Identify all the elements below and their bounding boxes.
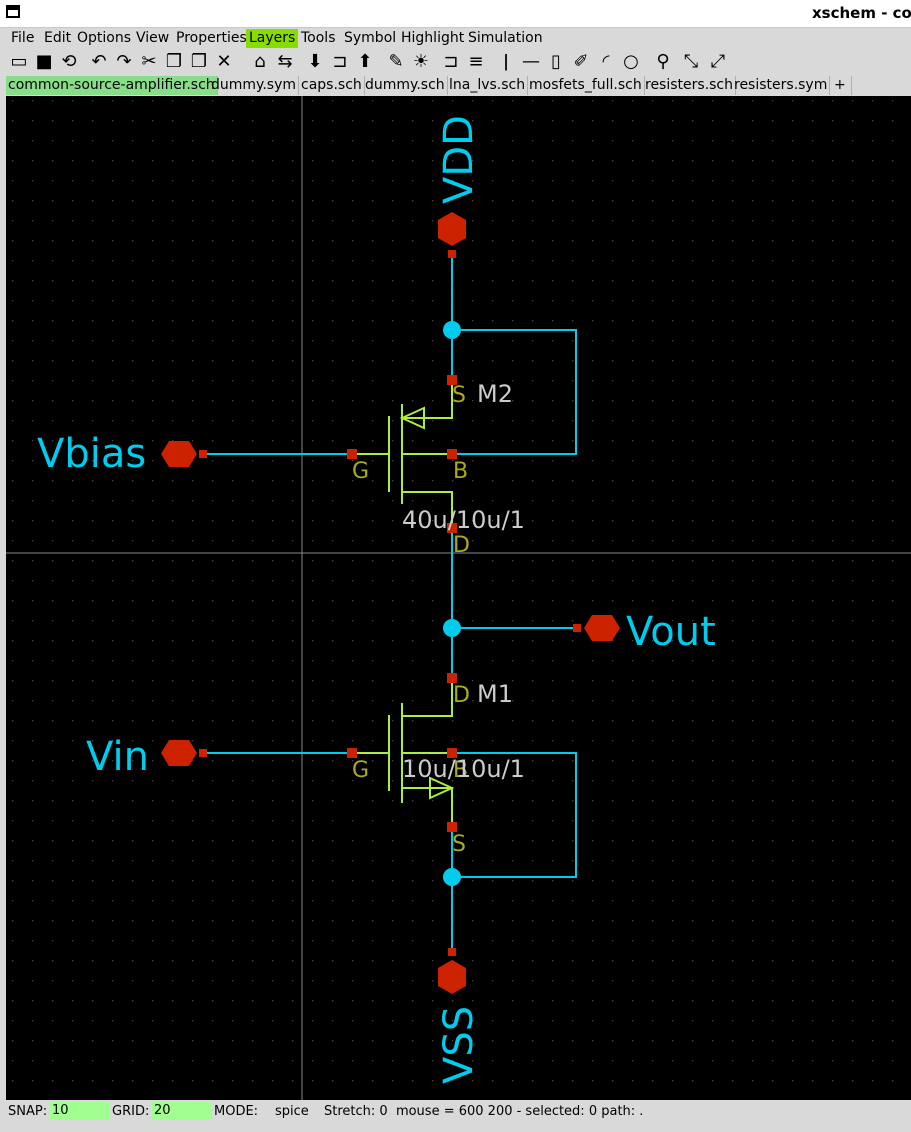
zoom-icon[interactable]: ⚲ — [652, 51, 674, 73]
tab-caps-sch[interactable]: caps.sch — [299, 76, 365, 95]
title-bar: xschem - com — [0, 0, 911, 28]
menu-edit[interactable]: Edit — [41, 29, 74, 48]
schematic-canvas[interactable]: VDD VSS Vbias Vin Vout S G B D M2 40u/10… — [6, 96, 911, 1100]
menu-options[interactable]: Options — [74, 29, 134, 48]
m1-pin-g: G — [352, 758, 369, 783]
redo-icon[interactable]: ↷ — [113, 51, 135, 73]
m2-pin-s: S — [452, 383, 466, 408]
menu-file[interactable]: File — [8, 29, 37, 48]
snap-input[interactable]: 10 — [50, 1102, 110, 1120]
rect-icon[interactable]: ▯ — [545, 51, 567, 73]
arc-icon[interactable]: ◜ — [595, 51, 617, 73]
junction-dot — [443, 868, 461, 886]
insert-symbol-icon[interactable]: ⊐ — [329, 51, 351, 73]
menu-properties[interactable]: Properties — [173, 29, 250, 48]
tab-bar: common-source-amplifier.sch dummy.sym ca… — [0, 75, 911, 96]
vbias-label: Vbias — [37, 431, 146, 477]
window-title: xschem - com — [812, 4, 911, 22]
net-label-icon[interactable]: ǀ — [495, 51, 517, 73]
m2-name: M2 — [477, 380, 513, 408]
paste-icon[interactable]: ❐ — [188, 51, 210, 73]
mode-label: MODE: — [214, 1104, 259, 1119]
undo-icon[interactable]: ↶ — [88, 51, 110, 73]
ascend-icon[interactable]: ⌂ — [249, 51, 271, 73]
tab-resisters-sch[interactable]: resisters.sch — [643, 76, 737, 95]
zoom-fit-icon[interactable]: ⤡ — [680, 51, 702, 73]
menu-symbol[interactable]: Symbol — [341, 29, 399, 48]
m2-pin-d: D — [453, 533, 470, 558]
vss-label: VSS — [436, 1006, 482, 1084]
tab-dummy-sch[interactable]: dummy.sch — [363, 76, 448, 95]
tab-add-button[interactable]: + — [829, 76, 852, 95]
window-menu-icon[interactable] — [6, 5, 20, 18]
menu-tools[interactable]: Tools — [298, 29, 339, 48]
tab-lna-lvs-sch[interactable]: lna_lvs.sch — [447, 76, 529, 95]
status-info: Stretch: 0 mouse = 600 200 - selected: 0… — [324, 1104, 644, 1119]
polygon-icon[interactable]: ✐ — [570, 51, 592, 73]
junction-dot — [443, 619, 461, 637]
cut-icon[interactable]: ✂ — [138, 51, 160, 73]
snap-label: SNAP: — [8, 1104, 48, 1119]
status-bar: SNAP: 10 GRID: 20 MODE: spice Stretch: 0… — [0, 1100, 911, 1132]
vin-label: Vin — [86, 734, 149, 780]
open-icon[interactable]: ▭ — [8, 51, 30, 73]
descend-icon[interactable]: ⬇ — [304, 51, 326, 73]
tab-mosfets-full-sch[interactable]: mosfets_full.sch — [527, 76, 645, 95]
delete-icon[interactable]: ✕ — [213, 51, 235, 73]
grid-label: GRID: — [112, 1104, 150, 1119]
m1-name: M1 — [477, 680, 513, 708]
highlight-icon[interactable]: ☀ — [410, 51, 432, 73]
swap-icon[interactable]: ⇆ — [274, 51, 296, 73]
tab-resisters-sym[interactable]: resisters.sym — [732, 76, 831, 95]
text-icon[interactable]: ≡ — [465, 51, 487, 73]
vout-label: Vout — [626, 609, 716, 655]
line-icon[interactable]: — — [520, 51, 542, 73]
m2-pin-b: B — [453, 459, 468, 484]
menu-view[interactable]: View — [133, 29, 172, 48]
m1-pin-d: D — [453, 683, 470, 708]
menu-simulation[interactable]: Simulation — [465, 29, 546, 48]
menu-highlight[interactable]: Highlight — [398, 29, 467, 48]
junction-dot — [443, 321, 461, 339]
tab-common-source-amplifier[interactable]: common-source-amplifier.sch — [6, 76, 218, 95]
grid-dots — [6, 96, 911, 1100]
toolbar: ▭ ■ ⟲ ↶ ↷ ✂ ❐ ❐ ✕ ⌂ ⇆ ⬇ ⊐ ⬆ ✎ ☀ ⊐ ≡ ǀ — ▯ ✐ ◜ ○ ⚲ ⤡ ⤢ — [0, 49, 911, 75]
push-icon[interactable]: ⬆ — [354, 51, 376, 73]
m2-params: 40u/10u/1 — [402, 506, 525, 534]
save-icon[interactable]: ■ — [33, 51, 55, 73]
zoom-out-icon[interactable]: ⤢ — [707, 51, 729, 73]
reload-icon[interactable]: ⟲ — [58, 51, 80, 73]
menu-bar: File Edit Options View Properties Layers… — [0, 28, 911, 49]
m2-pin-g: G — [352, 459, 369, 484]
symbol-pin-icon[interactable]: ⊐ — [440, 51, 462, 73]
draw-wire-icon[interactable]: ✎ — [385, 51, 407, 73]
mode-value: spice — [275, 1104, 309, 1119]
tab-dummy-sym[interactable]: dummy.sym — [209, 76, 299, 95]
grid-input[interactable]: 20 — [152, 1102, 212, 1120]
m1-pin-s: S — [452, 832, 466, 857]
vdd-label: VDD — [436, 115, 482, 204]
menu-layers[interactable]: Layers — [246, 29, 299, 48]
m1-params: 10u/10u/1 — [402, 755, 525, 783]
copy-icon[interactable]: ❐ — [163, 51, 185, 73]
circle-icon[interactable]: ○ — [620, 51, 642, 73]
